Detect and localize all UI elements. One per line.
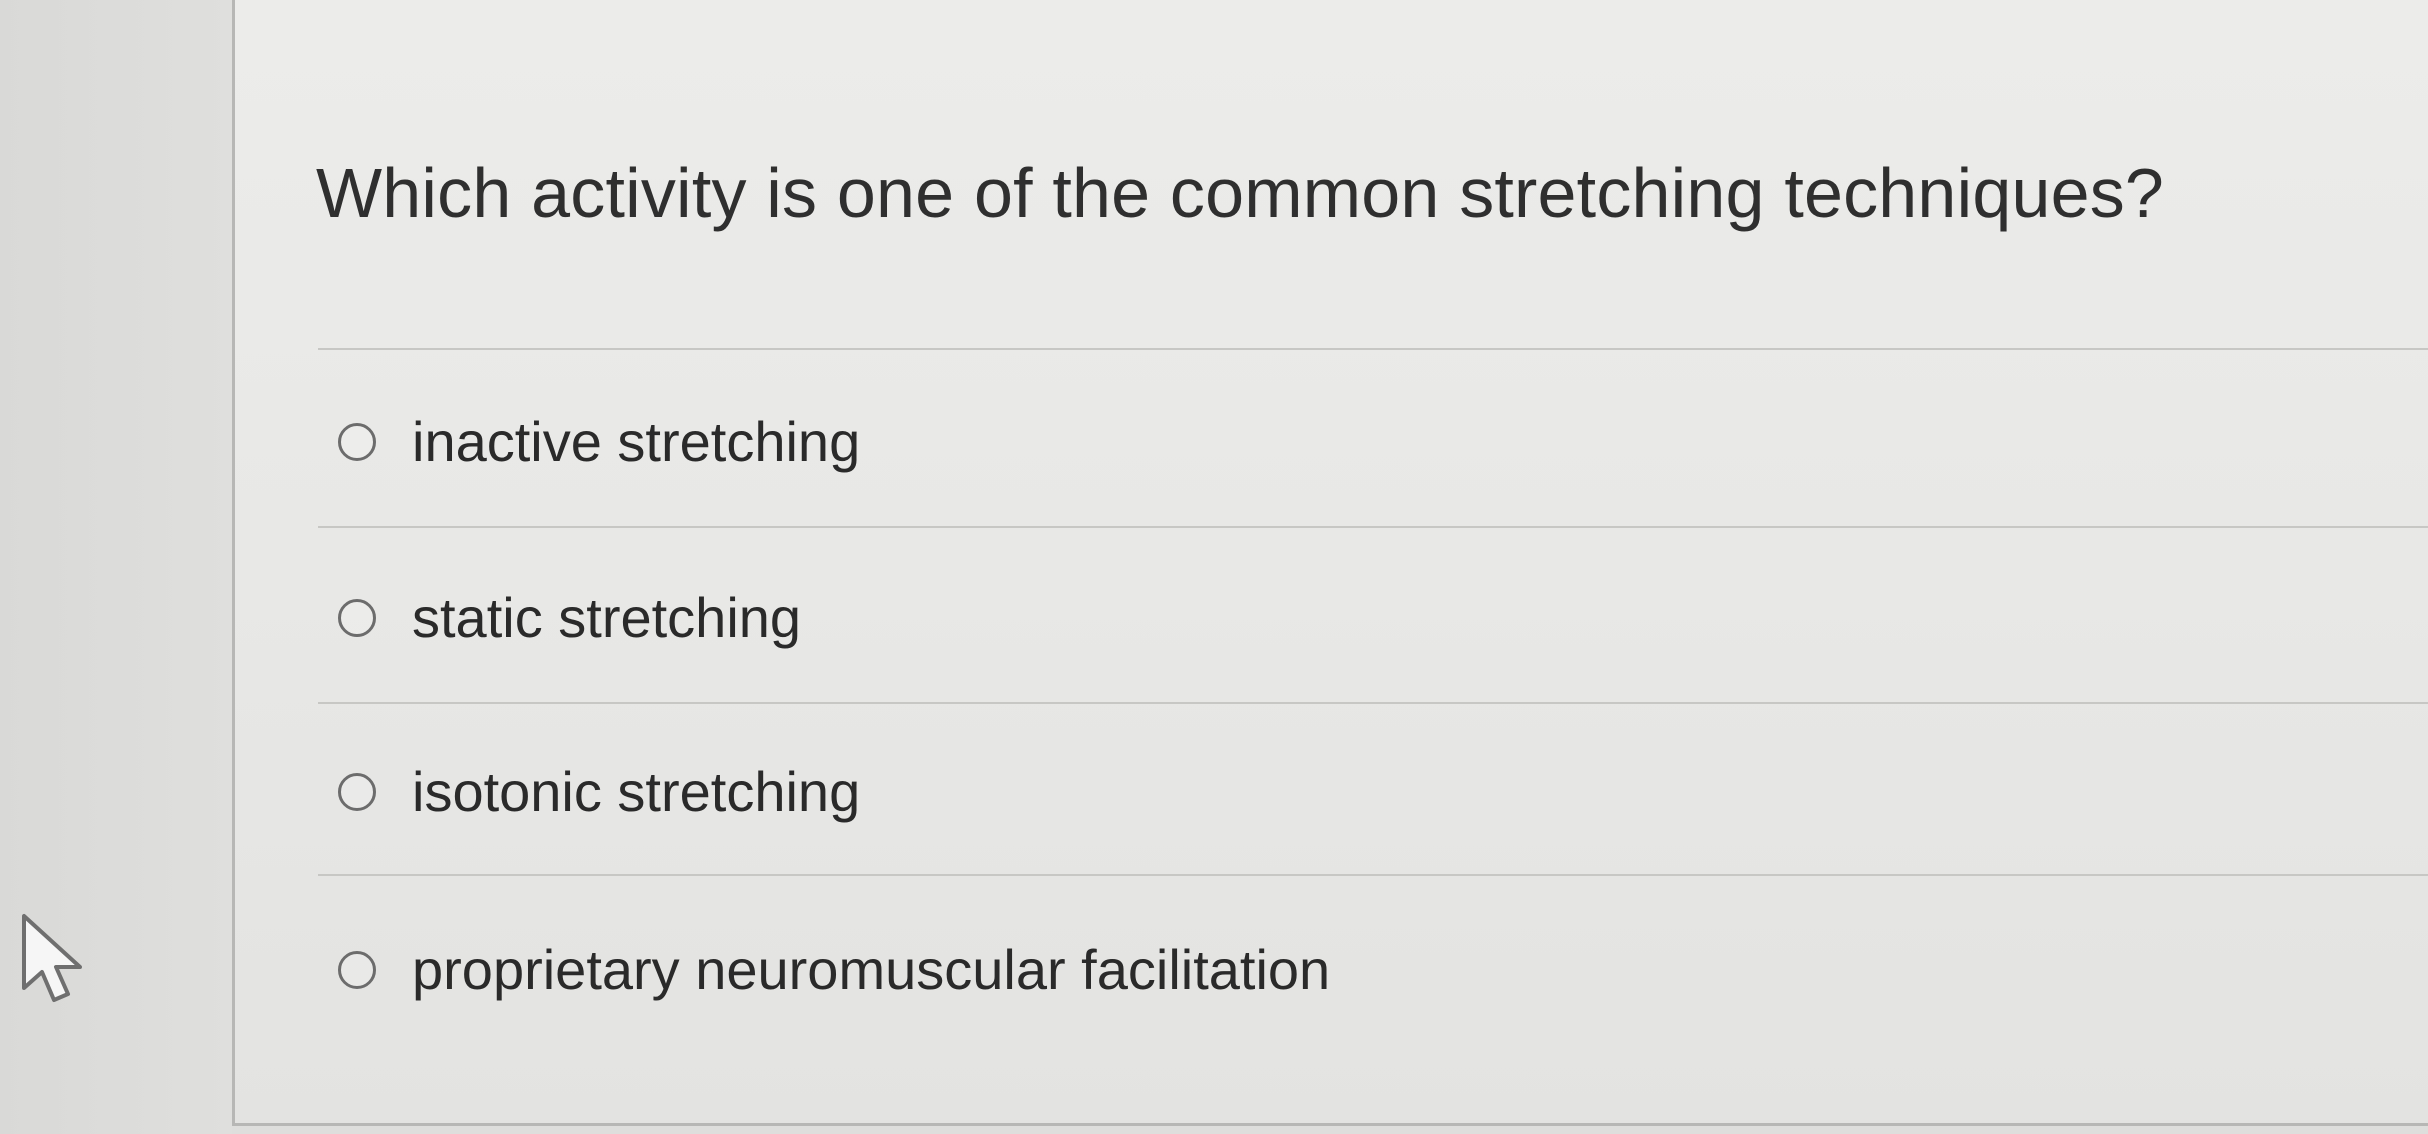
answer-label: isotonic stretching (412, 760, 861, 823)
answer-label: proprietary neuromuscular facilitation (412, 938, 1331, 1001)
answer-label: inactive stretching (412, 410, 861, 473)
radio-circle-icon[interactable] (338, 423, 376, 461)
question-text: Which activity is one of the common stre… (316, 154, 2165, 232)
answer-label: static stretching (412, 586, 802, 649)
radio-circle-icon[interactable] (338, 599, 376, 637)
answer-option-proprietary-neuromuscular-facilitation[interactable]: proprietary neuromuscular facilitation (338, 924, 2418, 1016)
answer-option-inactive-stretching[interactable]: inactive stretching (338, 396, 2418, 488)
mouse-pointer-icon (22, 914, 82, 1002)
radio-circle-icon[interactable] (338, 773, 376, 811)
answer-divider (318, 526, 2428, 528)
answer-divider (318, 702, 2428, 704)
answer-option-isotonic-stretching[interactable]: isotonic stretching (338, 746, 2418, 838)
radio-circle-icon[interactable] (338, 951, 376, 989)
answer-option-static-stretching[interactable]: static stretching (338, 572, 2418, 664)
answer-divider (318, 874, 2428, 876)
question-divider (318, 348, 2428, 350)
